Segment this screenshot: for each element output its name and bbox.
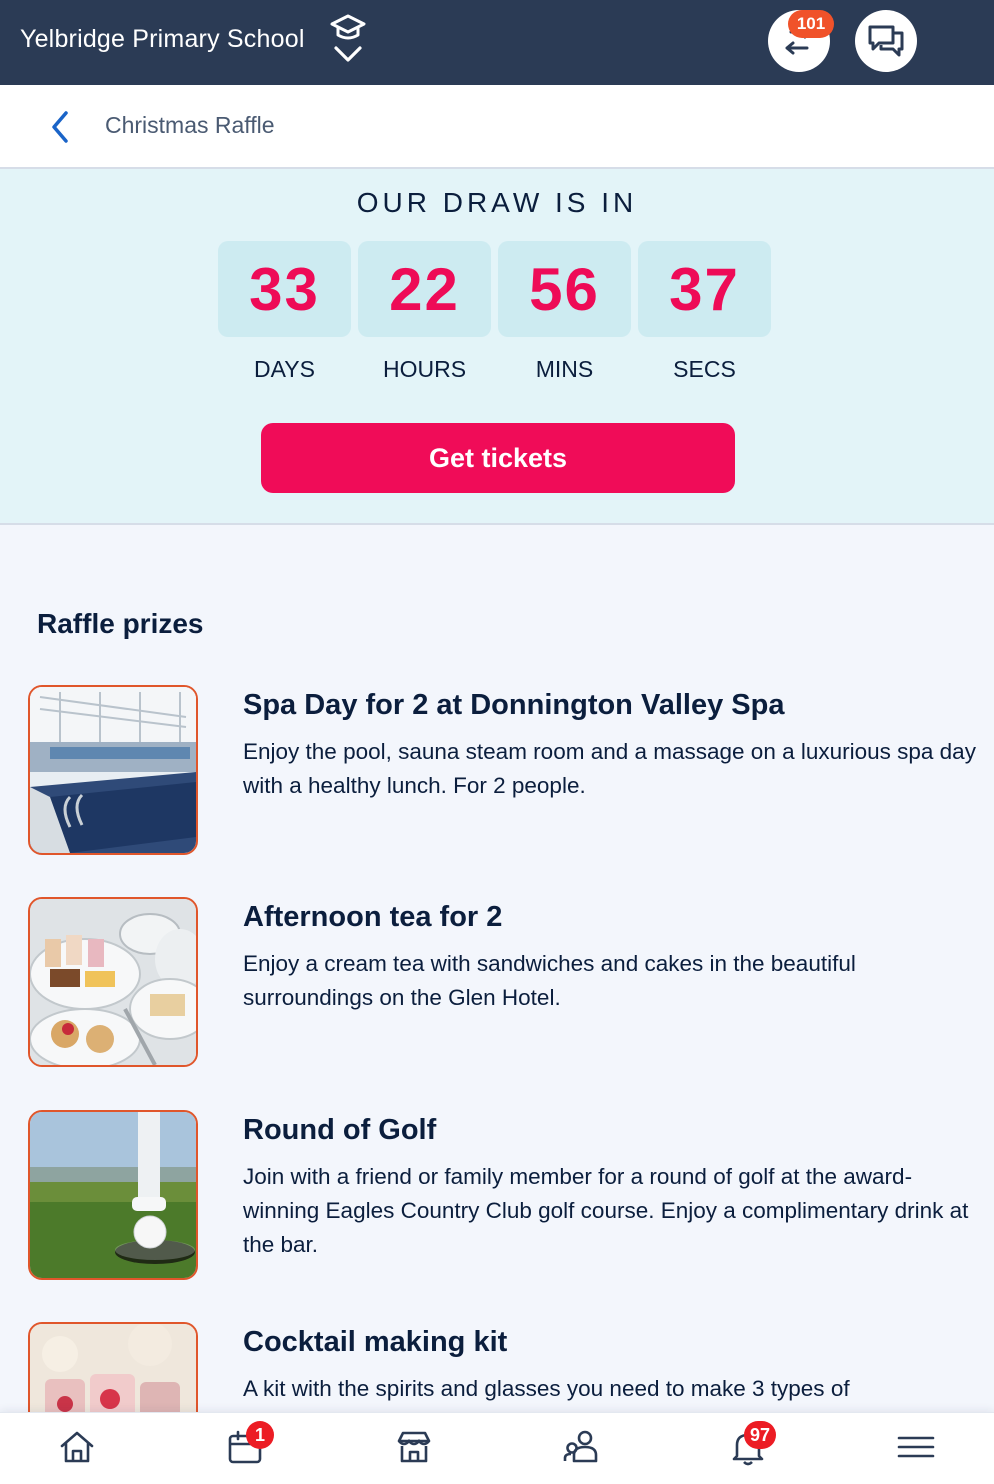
calendar-badge: 1	[246, 1421, 274, 1449]
people-icon	[563, 1430, 598, 1463]
messages-button[interactable]	[855, 10, 917, 72]
nav-menu[interactable]	[896, 1427, 936, 1467]
prize-name: Cocktail making kit	[243, 1326, 508, 1358]
countdown-mins-label: MINS	[535, 356, 594, 382]
prize-item[interactable]: Spa Day for 2 at Donnington Valley Spa E…	[0, 685, 994, 865]
chevron-left-icon	[52, 111, 68, 143]
nav-people[interactable]	[561, 1427, 601, 1467]
countdown-mins-value: 56	[498, 241, 631, 337]
transfers-badge: 101	[788, 10, 834, 38]
prize-item[interactable]: Round of Golf Join with a friend or fami…	[0, 1110, 994, 1290]
prize-description: A kit with the spirits and glasses you n…	[243, 1376, 850, 1401]
school-name[interactable]: Yelbridge Primary School	[20, 25, 305, 54]
home-icon	[60, 1431, 94, 1463]
countdown-hours-value: 22	[358, 241, 491, 337]
school-switcher-icon[interactable]	[328, 12, 368, 64]
prize-description: Enjoy a cream tea with sandwiches and ca…	[243, 951, 856, 1010]
golf-photo	[28, 1110, 198, 1280]
prize-name: Round of Golf	[243, 1114, 437, 1146]
prize-item[interactable]: Afternoon tea for 2 Enjoy a cream tea wi…	[0, 897, 994, 1077]
countdown-heading: OUR DRAW IS IN	[356, 187, 638, 218]
get-tickets-button[interactable]: Get tickets	[261, 423, 735, 493]
bottom-nav: 1 97	[0, 1412, 994, 1484]
countdown-days-label: DAYS	[254, 356, 315, 382]
notifications-badge: 97	[744, 1421, 777, 1449]
countdown-panel: OUR DRAW IS IN 33 22 56 37 DAYS HOURS MI…	[0, 169, 994, 525]
spa-pool-photo	[28, 685, 198, 855]
countdown-hours-label: HOURS	[382, 356, 467, 382]
countdown-secs-value: 37	[638, 241, 771, 337]
nav-home[interactable]	[57, 1427, 97, 1467]
top-bar: Yelbridge Primary School 101	[0, 0, 994, 85]
menu-icon	[897, 1436, 935, 1458]
prize-name: Spa Day for 2 at Donnington Valley Spa	[243, 689, 785, 721]
page-title: Christmas Raffle	[105, 112, 275, 138]
back-button[interactable]	[44, 107, 80, 147]
shop-icon	[397, 1431, 431, 1463]
section-title: Raffle prizes	[37, 608, 204, 639]
page-header: Christmas Raffle	[0, 85, 994, 169]
countdown-days-value: 33	[218, 241, 351, 337]
nav-shop[interactable]	[394, 1427, 434, 1467]
chat-bubbles-icon	[868, 25, 904, 57]
afternoon-tea-photo	[28, 897, 198, 1067]
prize-description: Join with a friend or family member for …	[243, 1164, 969, 1257]
countdown-secs-label: SECS	[673, 356, 736, 382]
prize-description: Enjoy the pool, sauna steam room and a m…	[243, 739, 976, 798]
prize-name: Afternoon tea for 2	[243, 901, 503, 933]
